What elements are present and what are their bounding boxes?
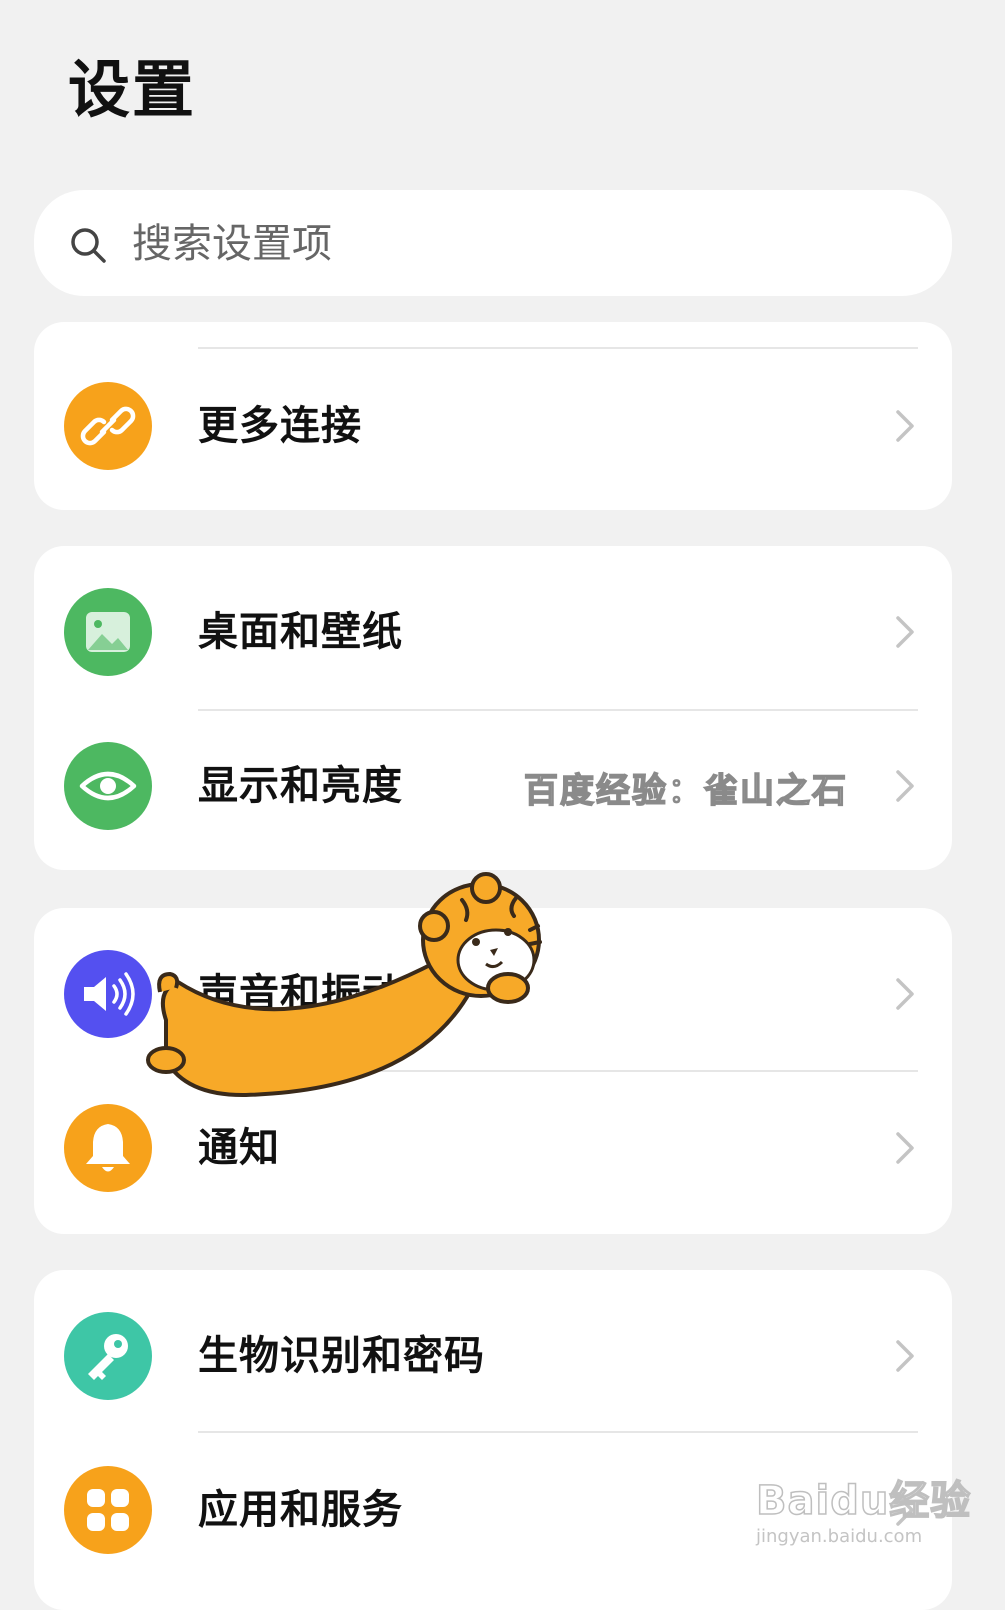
key-icon (64, 1312, 152, 1400)
chevron-right-icon (896, 770, 914, 802)
link-icon (64, 382, 152, 470)
chevron-right-icon (896, 1340, 914, 1372)
settings-item-label: 生物识别和密码 (198, 1333, 485, 1379)
settings-item-label: 通知 (198, 1125, 280, 1171)
settings-item-label: 更多连接 (198, 403, 362, 449)
chevron-right-icon (896, 1132, 914, 1164)
tiger-sticker-icon (146, 872, 542, 1098)
divider (198, 709, 918, 711)
apps-grid-icon (64, 1466, 152, 1554)
settings-item-notifications[interactable]: 通知 (34, 1098, 952, 1198)
chevron-right-icon (896, 616, 914, 648)
watermark-url: jingyan.baidu.com (756, 1526, 923, 1547)
chevron-right-icon (896, 410, 914, 442)
page-title: 设置 (68, 53, 197, 126)
watermark-brand: Baidu经验 (755, 1477, 972, 1525)
settings-item-label: 桌面和壁纸 (198, 609, 403, 655)
eye-icon (64, 742, 152, 830)
divider (198, 347, 918, 349)
settings-item-label: 显示和亮度 (198, 763, 403, 809)
baidu-watermark-logo: Baidu经验 jingyan.baidu.com (752, 1460, 971, 1564)
settings-item-desktop-wallpaper[interactable]: 桌面和壁纸 (34, 582, 952, 682)
picture-icon (64, 588, 152, 676)
settings-item-more-connections[interactable]: 更多连接 (34, 376, 952, 476)
settings-item-label: 应用和服务 (198, 1487, 403, 1533)
search-input-placeholder[interactable]: 搜索设置项 (132, 220, 332, 268)
chevron-right-icon (896, 978, 914, 1010)
settings-item-biometrics-password[interactable]: 生物识别和密码 (34, 1306, 952, 1406)
watermark-caption: 百度经验：雀山之石 (523, 770, 848, 812)
search-icon (71, 228, 106, 263)
bell-icon (64, 1104, 152, 1192)
divider (198, 1431, 918, 1433)
